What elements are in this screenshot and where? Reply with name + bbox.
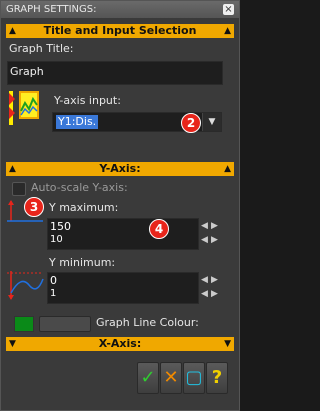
- autoscale-checkbox[interactable]: [12, 182, 26, 196]
- y-axis-input-value: Y1:Dis.: [56, 115, 99, 129]
- y-max-spinner[interactable]: ◀ ▶ ◀ ▶: [199, 219, 221, 249]
- section-x-axis-header[interactable]: ▼ X-Axis: ▼: [6, 337, 234, 351]
- help-button[interactable]: ?: [206, 362, 228, 394]
- line-colour-button[interactable]: [39, 316, 91, 332]
- annotation-badge-4: 4: [149, 219, 169, 239]
- y-axis-input-label: Y-axis input:: [54, 94, 121, 107]
- annotation-badge-3: 3: [24, 197, 44, 217]
- y-min-step: 1: [50, 288, 57, 299]
- section-title-input-header[interactable]: ▲ Title and Input Selection ▲: [6, 24, 234, 38]
- y-max-label: Y maximum:: [49, 201, 119, 214]
- line-colour-swatch[interactable]: [14, 316, 34, 332]
- increment-icon[interactable]: ▶: [211, 221, 218, 231]
- autoscale-label: Auto-scale Y-axis:: [31, 181, 128, 194]
- graph-title-value: Graph: [10, 65, 44, 78]
- cancel-button[interactable]: ✕: [160, 362, 182, 394]
- window-title: GRAPH SETTINGS:: [6, 4, 97, 15]
- y-min-label: Y minimum:: [49, 256, 116, 269]
- increment-icon[interactable]: ▶: [211, 275, 218, 285]
- y-input-graph-icon: [9, 89, 49, 125]
- graph-settings-window: GRAPH SETTINGS: × ▲ Title and Input Sele…: [0, 0, 240, 411]
- decrement-icon[interactable]: ◀: [201, 275, 208, 285]
- graph-title-label: Graph Title:: [9, 42, 74, 55]
- decrement-icon[interactable]: ◀: [201, 221, 208, 231]
- graph-title-input[interactable]: Graph: [7, 61, 223, 85]
- section-y-axis-header[interactable]: ▲ Y-Axis: ▲: [6, 162, 234, 176]
- ok-button[interactable]: ✓: [137, 362, 159, 394]
- step-decrement-icon[interactable]: ◀: [201, 289, 208, 299]
- title-bar[interactable]: GRAPH SETTINGS: ×: [1, 1, 239, 18]
- collapse-arrow-icon: ▲: [9, 26, 16, 36]
- annotation-badge-2: 2: [181, 113, 201, 133]
- y-min-value: 0: [50, 274, 57, 287]
- step-decrement-icon[interactable]: ◀: [201, 235, 208, 245]
- y-min-spinner[interactable]: ◀ ▶ ◀ ▶: [199, 273, 221, 303]
- y-max-input[interactable]: 150 10: [47, 218, 199, 250]
- y-min-axis-icon: [7, 269, 45, 301]
- section-x-axis-label: X-Axis:: [98, 337, 142, 350]
- dropdown-arrow-icon[interactable]: ▼: [202, 113, 221, 131]
- section-title-input-label: Title and Input Selection: [43, 24, 197, 37]
- section-y-axis-label: Y-Axis:: [99, 162, 141, 175]
- collapse-arrow-icon: ▲: [224, 26, 231, 36]
- collapse-arrow-icon: ▲: [224, 164, 231, 174]
- expand-arrow-icon: ▼: [224, 339, 231, 349]
- y-max-step: 10: [50, 234, 63, 245]
- line-colour-label: Graph Line Colour:: [96, 316, 199, 329]
- step-increment-icon[interactable]: ▶: [211, 289, 218, 299]
- collapse-arrow-icon: ▲: [9, 164, 16, 174]
- close-button[interactable]: ×: [223, 4, 234, 15]
- expand-arrow-icon: ▼: [9, 339, 16, 349]
- step-increment-icon[interactable]: ▶: [211, 235, 218, 245]
- document-button[interactable]: ▢: [183, 362, 205, 394]
- y-max-value: 150: [50, 220, 71, 233]
- y-min-input[interactable]: 0 1: [47, 272, 199, 304]
